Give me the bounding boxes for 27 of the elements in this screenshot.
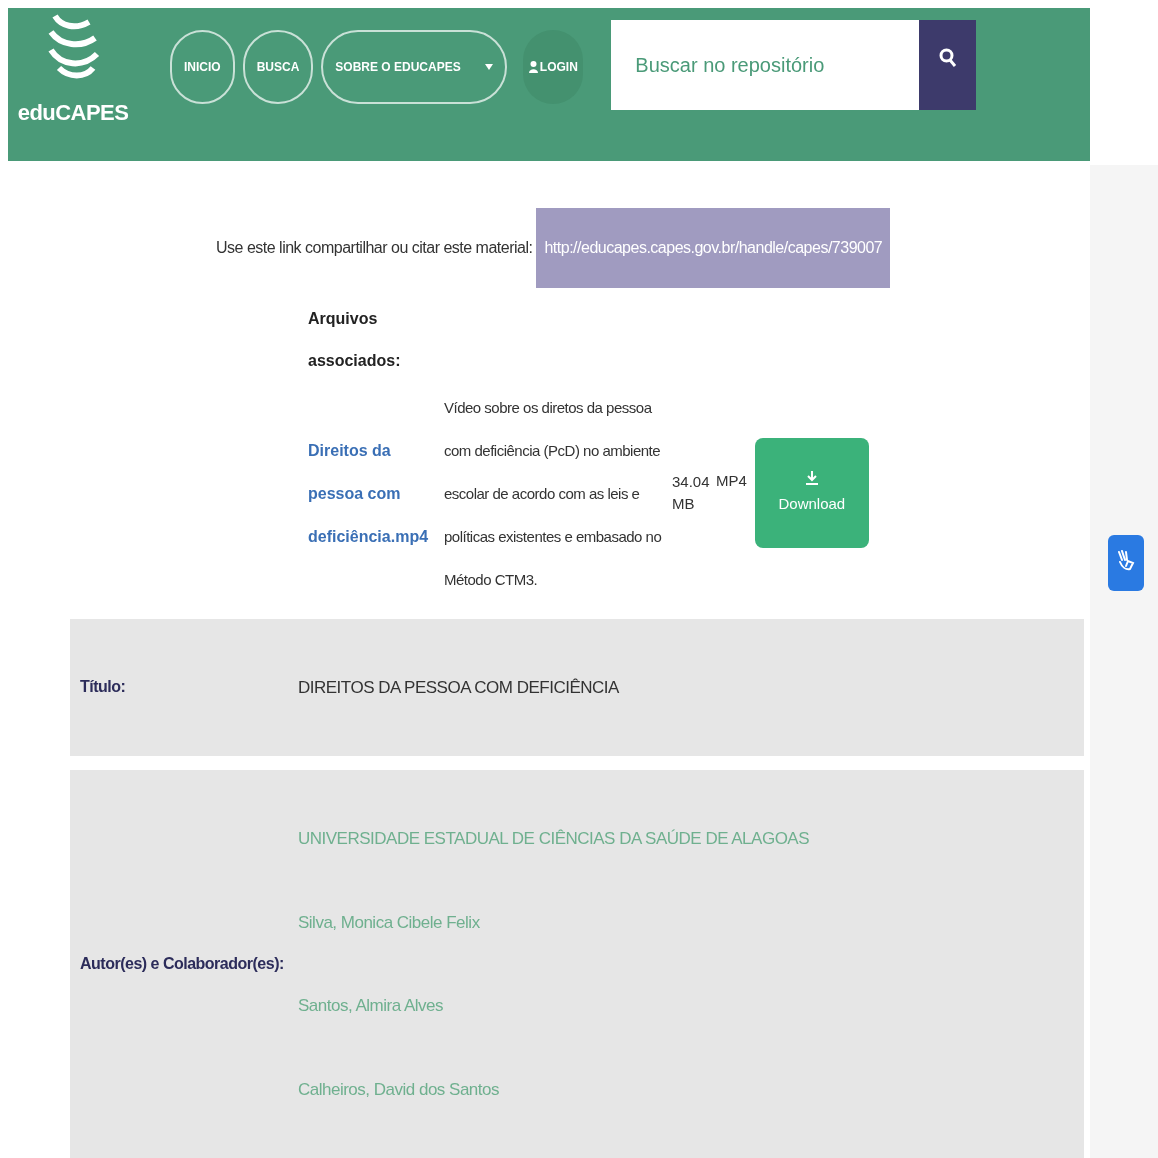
metadata-label: Título: [79, 677, 127, 698]
metadata-value: DIREITOS DA PESSOA COM DEFICIÊNCIA [298, 676, 619, 699]
metadata-link[interactable]: Santos, Almira Alves [298, 993, 810, 1019]
search-field[interactable]: Buscar no repositório [611, 20, 920, 110]
metadata-link[interactable]: UNIVERSIDADE ESTADUAL DE CIÊNCIAS DA SAÚDE DE ALAGOAS [298, 826, 810, 852]
nav-link[interactable]: BUSCA [242, 30, 314, 104]
nav-link[interactable]: INICIO [170, 30, 235, 104]
share-link[interactable]: http://educapes.capes.gov.br/handle/capes/739007 [536, 207, 891, 288]
share-label: Use este link compartilhar ou citar este material: [216, 237, 533, 258]
logo-text: eduCAPES [17, 99, 129, 127]
metadata-link[interactable]: Silva, Monica Cibele Felix [298, 909, 810, 935]
search-button[interactable] [919, 20, 977, 110]
caret-icon [485, 64, 494, 70]
download-icon [805, 470, 818, 485]
sign-language-button[interactable] [1108, 535, 1144, 591]
login-button[interactable]: LOGIN [523, 30, 584, 104]
metadata-link[interactable]: Calheiros, David dos Santos [298, 1076, 810, 1102]
file-link[interactable]: Direitos da pessoa com deficiência.mp4 [308, 428, 436, 558]
download-button[interactable]: Download [754, 438, 869, 548]
search-icon [938, 48, 957, 68]
file-format: MP4 [716, 470, 747, 491]
file-description: Vídeo sobre os diretos da pessoa com deficiência (PcD) no ambiente escolar de acordo com as leis e políticas existentes e embasado no Método CTM3. [444, 397, 663, 590]
metadata-label: Autor(es) e Colaborador(es): [79, 954, 285, 974]
file-size: 34.04 MB [672, 472, 708, 514]
nav-dropdown[interactable]: SOBRE O EDUCAPES [321, 30, 508, 104]
files-heading: Arquivos associados: [308, 308, 398, 371]
user-icon [528, 61, 538, 73]
